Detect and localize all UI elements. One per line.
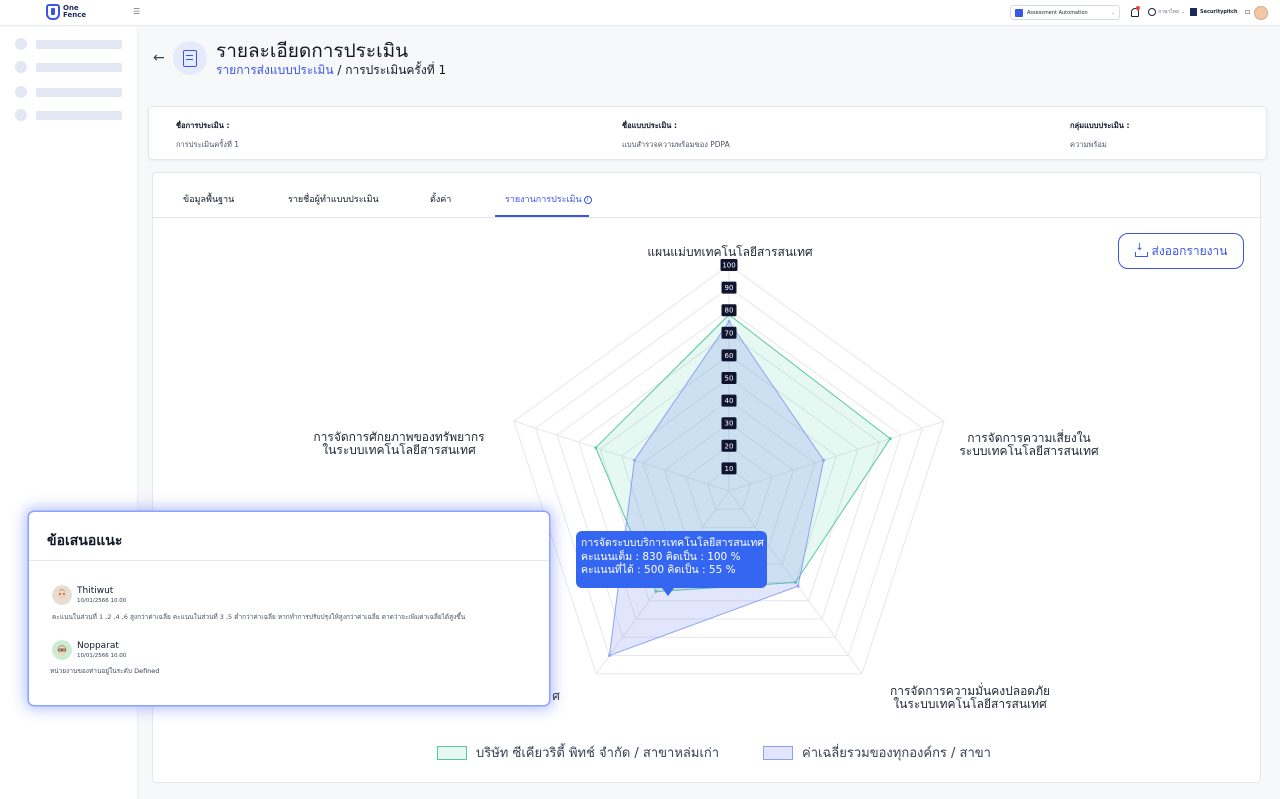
suggestions-panel: ข้อเสนอแนะ Thitiwut 10/01/2566 10.00 คะแ…: [29, 512, 549, 705]
commenter-avatar: [52, 640, 72, 660]
commenter-avatar: [52, 585, 72, 605]
legend-label: บริษัท ซีเคียวริตี้ พิทช์ จำกัด / สาขาหล…: [476, 746, 720, 761]
radar-tick-label: 70: [725, 329, 734, 337]
comment-text: หน่วยงานของท่านอยู่ในระดับ Defined: [50, 666, 159, 676]
radar-tick-label: 20: [725, 442, 734, 450]
radar-tick-label: 50: [725, 375, 734, 383]
tooltip-line: คะแนนเต็ม : 830 คิดเป็น : 100 %: [581, 550, 741, 563]
comment-text: คะแนนในส่วนที่ 1 ,2 ,4 ,6 สูงกว่าค่าเฉลี…: [52, 613, 466, 621]
radar-axis-label: ในระบบเทคโนโลยีสารสนเทศ: [322, 443, 476, 457]
radar-series: [594, 313, 892, 658]
radar-tick-label: 100: [722, 262, 735, 270]
chart-tooltip: การจัดระบบบริการเทคโนโลยีสารสนเทศ คะแนนเ…: [576, 531, 767, 596]
comment-date: 10/01/2566 10.00: [77, 653, 127, 659]
commenter-name: Thitiwut: [77, 586, 114, 596]
radar-data-point: [632, 458, 636, 462]
legend-item-average[interactable]: ค่าเฉลี่ยรวมของทุกองค์กร / สาขา: [763, 742, 991, 763]
divider: [29, 560, 549, 561]
suggestions-title: ข้อเสนอแนะ: [47, 533, 123, 549]
legend-swatch: [437, 745, 467, 760]
radar-data-point: [796, 584, 800, 588]
radar-axis-label: การจัดการความมั่นคงปลอดภัย: [890, 682, 1050, 698]
radar-tick-label: 40: [725, 397, 734, 405]
radar-data-point: [727, 320, 731, 323]
radar-axis-label: ระบบเทคโนโลยีสารสนเทศ: [959, 444, 1099, 458]
comment-date: 10/01/2566 10.00: [77, 598, 127, 604]
radar-data-point: [607, 654, 611, 658]
radar-axis-label: ในระบบเทคโนโลยีสารสนเทศ: [893, 697, 1047, 711]
tooltip-line: การจัดระบบบริการเทคโนโลยีสารสนเทศ: [581, 537, 764, 549]
radar-axis-label: การจัดการศักยภาพของทรัพยากร: [313, 430, 485, 444]
legend-label: ค่าเฉลี่ยรวมของทุกองค์กร / สาขา: [802, 746, 991, 761]
radar-data-point: [888, 437, 892, 441]
radar-axis-label: การจัดการความเสี่ยงใน: [967, 429, 1091, 445]
radar-tick-label: 60: [725, 352, 734, 360]
radar-tick-label: 90: [725, 284, 734, 292]
legend-item-company[interactable]: บริษัท ซีเคียวริตี้ พิทช์ จำกัด / สาขาหล…: [437, 742, 719, 763]
radar-tick-label: 30: [725, 420, 734, 428]
radar-axis-label-fragment: ศ: [552, 689, 560, 703]
radar-tick-label: 10: [725, 465, 734, 473]
legend-swatch: [763, 745, 793, 760]
maturity-level: Defined: [134, 667, 160, 675]
radar-data-point: [594, 446, 598, 450]
radar-axis-label: แผนแม่บทเทคโนโลยีสารสนเทศ: [647, 245, 813, 259]
commenter-name: Nopparat: [77, 641, 119, 651]
tooltip-line: คะแนนที่ได้ : 500 คิดเป็น : 55 %: [581, 564, 736, 576]
radar-tick-label: 80: [725, 307, 734, 315]
radar-data-point: [822, 458, 826, 462]
comment-text-prefix: หน่วยงานของท่านอยู่ในระดับ: [50, 667, 135, 675]
